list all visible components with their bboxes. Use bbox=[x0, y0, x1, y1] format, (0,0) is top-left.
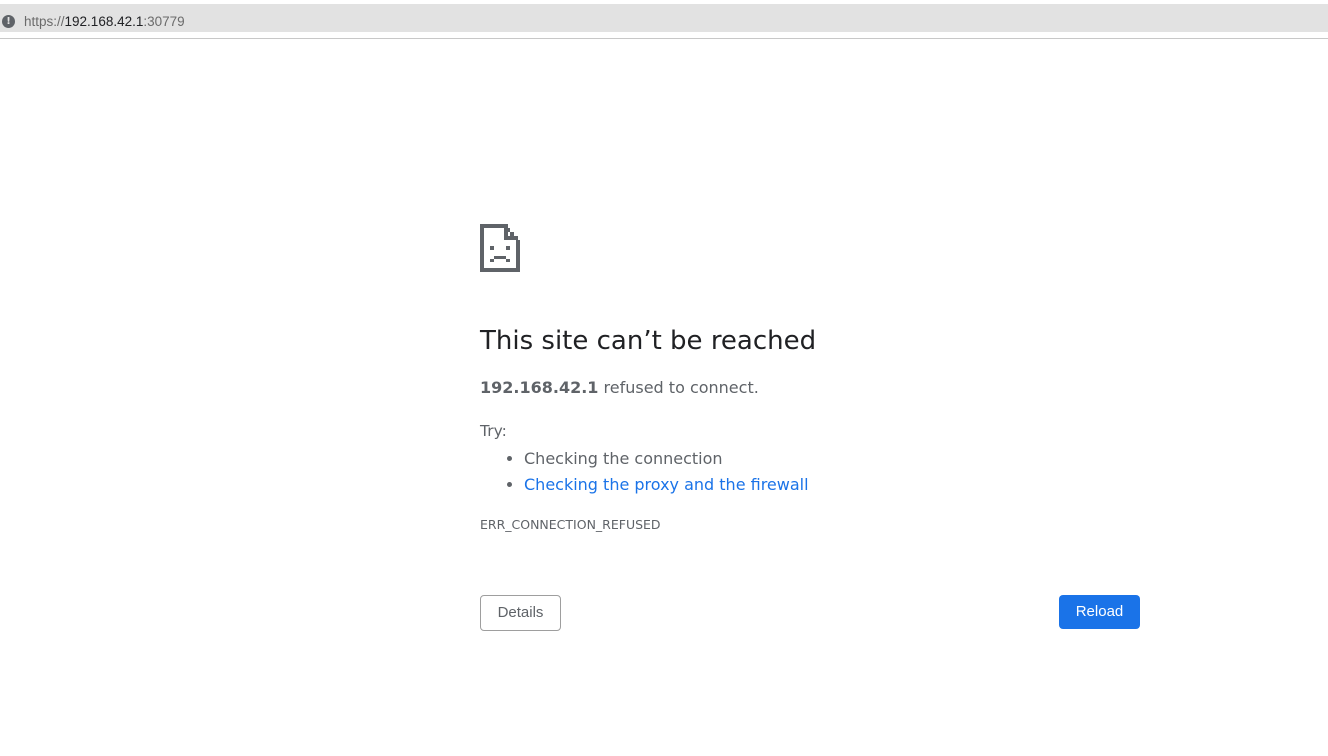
error-host: 192.168.42.1 bbox=[480, 378, 599, 397]
url-text[interactable]: https://192.168.42.1:30779 bbox=[24, 14, 185, 30]
proxy-firewall-link[interactable]: Checking the proxy and the firewall bbox=[524, 475, 809, 494]
url-scheme: https:// bbox=[24, 14, 65, 29]
sad-page-icon bbox=[480, 224, 520, 272]
try-label: Try: bbox=[480, 422, 507, 440]
suggestions-list: Checking the connection Checking the pro… bbox=[480, 446, 809, 498]
error-code: ERR_CONNECTION_REFUSED bbox=[480, 517, 661, 532]
url-host: 192.168.42.1 bbox=[64, 14, 144, 29]
error-message: refused to connect. bbox=[598, 378, 759, 397]
reload-button[interactable]: Reload bbox=[1059, 595, 1140, 629]
toolbar-divider bbox=[0, 38, 1328, 39]
address-bar[interactable]: ! https://192.168.42.1:30779 bbox=[0, 4, 1328, 32]
suggestion-check-proxy-firewall[interactable]: Checking the proxy and the firewall bbox=[524, 472, 809, 498]
warning-icon[interactable]: ! bbox=[2, 15, 15, 28]
url-port: :30779 bbox=[143, 14, 185, 29]
page-title: This site can’t be reached bbox=[480, 326, 817, 356]
details-button[interactable]: Details bbox=[480, 595, 561, 631]
error-description: 192.168.42.1 refused to connect. bbox=[480, 378, 759, 398]
suggestion-check-connection: Checking the connection bbox=[524, 446, 809, 472]
